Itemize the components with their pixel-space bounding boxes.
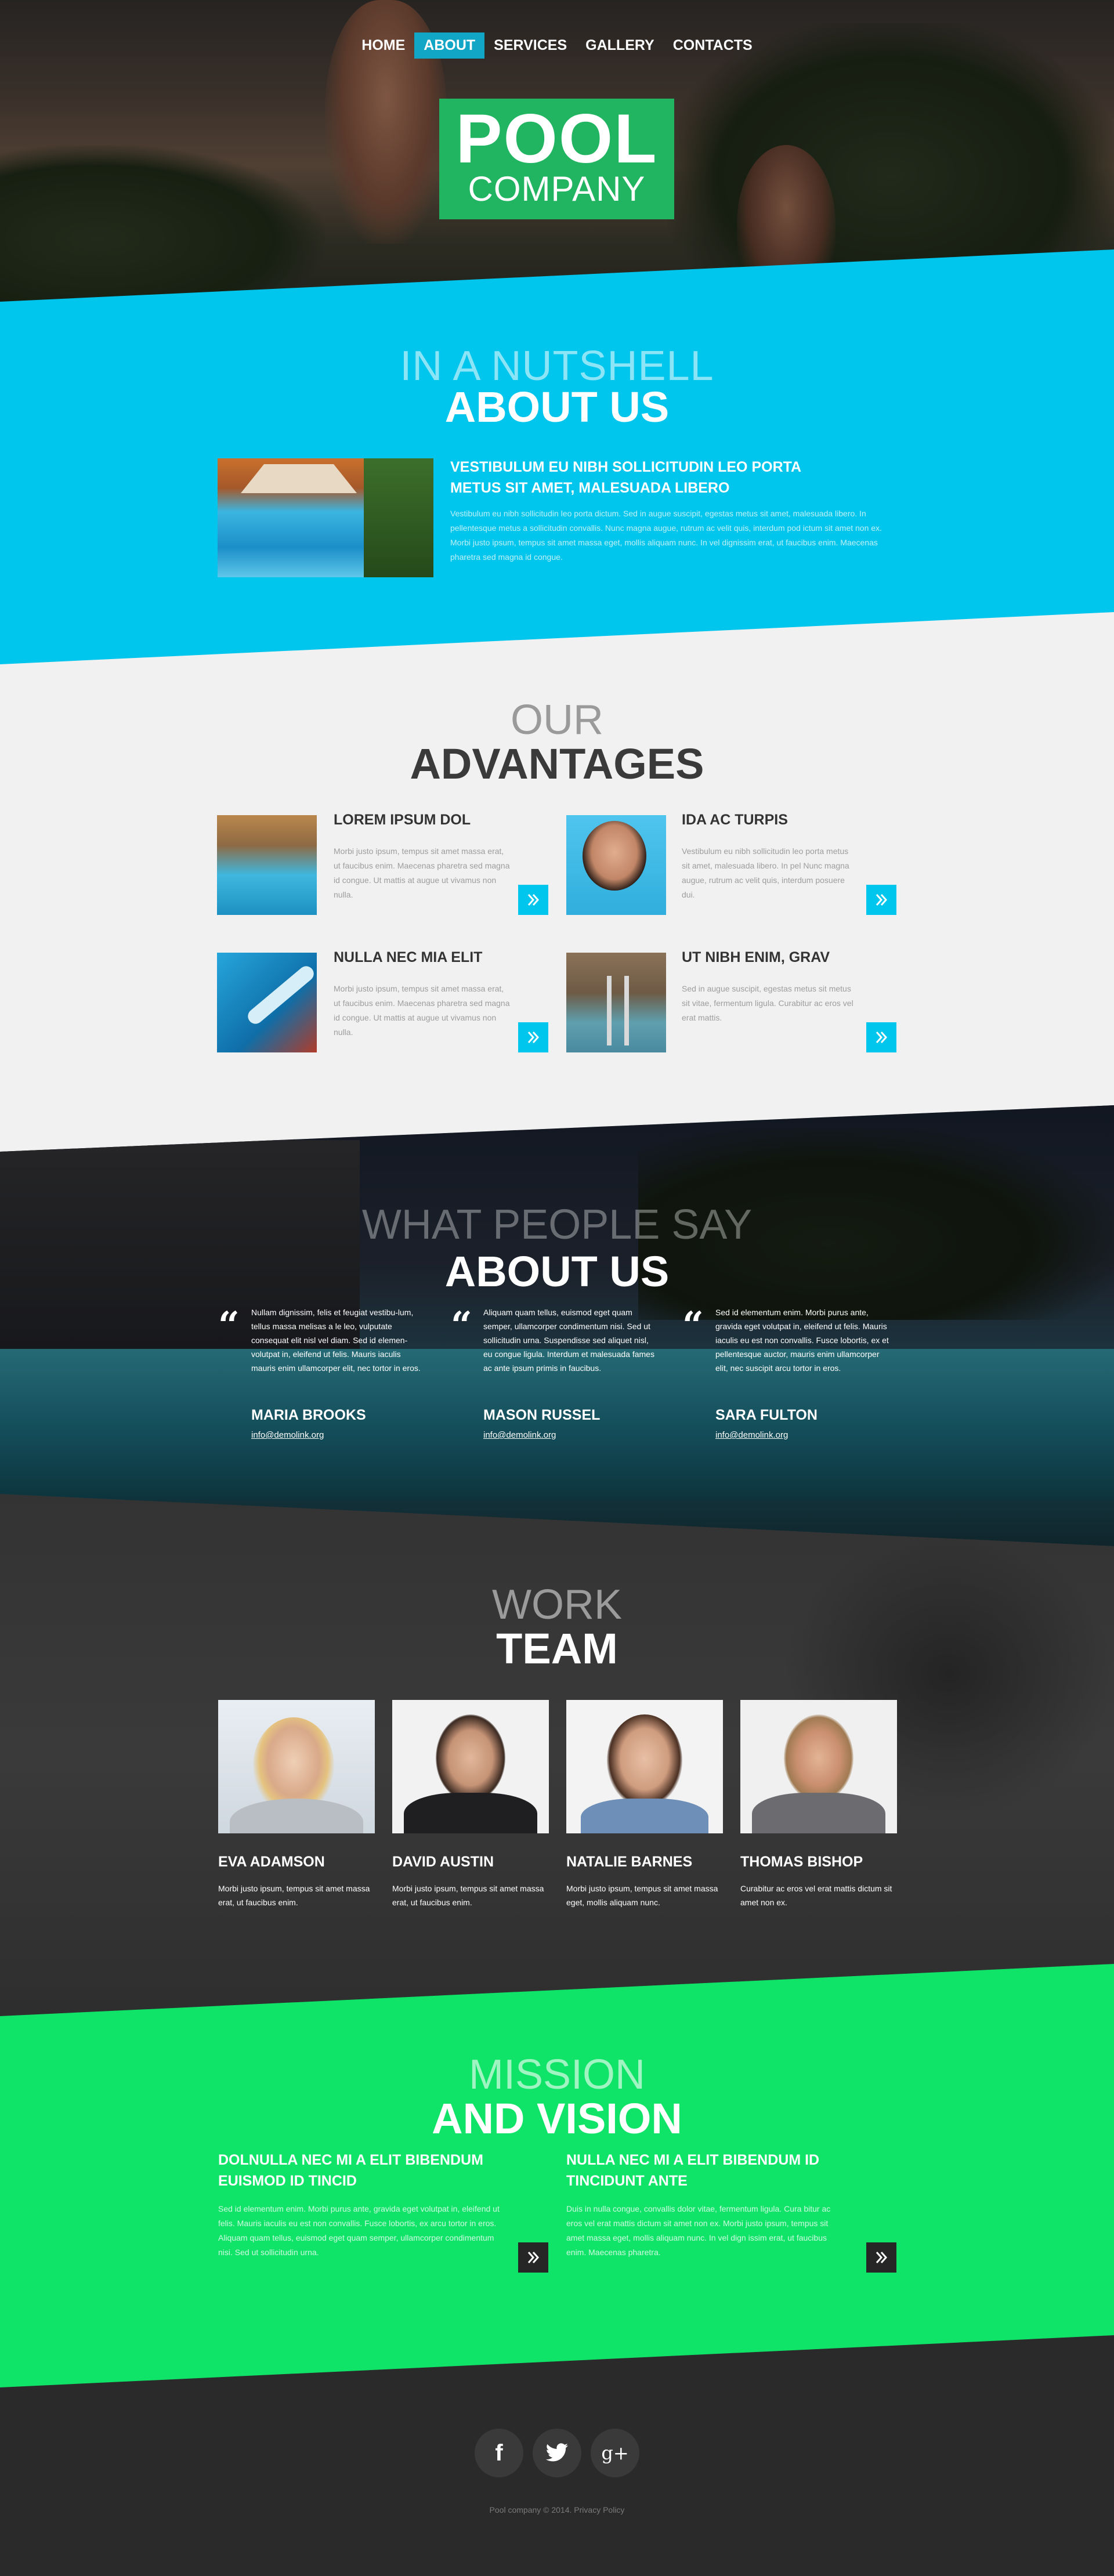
testimonial-text-1: Nullam dignissim, felis et feugiat vesti…: [251, 1308, 421, 1373]
nav-services[interactable]: SERVICES: [484, 32, 576, 59]
nav-contacts[interactable]: CONTACTS: [664, 32, 762, 59]
mission-more-button-2[interactable]: [866, 2242, 896, 2273]
mission-more-button-1[interactable]: [518, 2242, 548, 2273]
about-text: Vestibulum eu nibh sollicitudin leo port…: [450, 509, 882, 562]
advantage-image-2: [566, 815, 666, 915]
nav-gallery[interactable]: GALLERY: [576, 32, 664, 59]
about-image-resort: [218, 458, 433, 577]
advantage-text-1: Morbi justo ipsum, tempus sit amet massa…: [334, 846, 510, 899]
testimonial-email-3[interactable]: info@demolink.org: [715, 1430, 788, 1440]
testimonials-kicker: WHAT PEOPLE SAY: [361, 1202, 753, 1248]
advantage-title-3: NULLA NEC MIA ELIT: [334, 949, 483, 965]
double-chevron-icon: [527, 2252, 540, 2263]
advantage-title-4: UT NIBH ENIM, GRAV: [682, 949, 830, 965]
mission-text-1: Sed id elementum enim. Morbi purus ante,…: [218, 2204, 500, 2257]
copyright: Pool company © 2014. Privacy Policy: [0, 2505, 1114, 2515]
advantage-more-button-4[interactable]: [866, 1022, 896, 1052]
google-plus-icon: g+: [601, 2442, 629, 2464]
team-text-1: Morbi justo ipsum, tempus sit amet massa…: [218, 1884, 370, 1907]
social-googleplus-button[interactable]: g+: [591, 2429, 639, 2477]
testimonial-email-2[interactable]: info@demolink.org: [483, 1430, 556, 1440]
testimonial-name-3: SARA FULTON: [715, 1407, 818, 1423]
social-facebook-button[interactable]: f: [475, 2429, 523, 2477]
quote-icon: “: [218, 1304, 240, 1347]
double-chevron-icon: [876, 1032, 888, 1043]
advantage-text-3: Morbi justo ipsum, tempus sit amet massa…: [334, 984, 510, 1037]
about-kicker: IN A NUTSHELL: [400, 343, 714, 389]
testimonial-name-2: MASON RUSSEL: [483, 1407, 601, 1423]
social-twitter-button[interactable]: [533, 2429, 581, 2477]
nav-home[interactable]: HOME: [352, 32, 414, 59]
team-photo-1: [218, 1700, 375, 1833]
team-photo-3: [566, 1700, 723, 1833]
double-chevron-icon: [876, 894, 888, 906]
team-text-2: Morbi justo ipsum, tempus sit amet massa…: [392, 1884, 544, 1907]
team-name-3: NATALIE BARNES: [566, 1854, 693, 1870]
testimonial-name-1: MARIA BROOKS: [251, 1407, 366, 1423]
team-kicker: WORK: [492, 1582, 622, 1628]
mission-text-2: Duis in nulla congue, convallis dolor vi…: [566, 2204, 831, 2257]
advantage-image-4: [566, 953, 666, 1052]
team-text-3: Morbi justo ipsum, tempus sit amet massa…: [566, 1884, 718, 1907]
advantages-section: OUR ADVANTAGES LOREM IPSUM DOL Morbi jus…: [0, 612, 1114, 1157]
team-photo-4: [740, 1700, 897, 1833]
advantage-image-1: [217, 815, 317, 915]
copyright-text: Pool company © 2014.: [489, 2505, 572, 2515]
advantage-text-4: Sed in augue suscipit, egestas metus sit…: [682, 984, 853, 1022]
testimonial-text-3: Sed id elementum enim. Morbi purus ante,…: [715, 1308, 889, 1373]
quote-icon: “: [451, 1304, 472, 1347]
advantages-title: ADVANTAGES: [410, 740, 704, 788]
quote-icon: “: [682, 1304, 704, 1347]
footer: f g+ Pool company © 2014. Privacy Policy: [0, 2379, 1114, 2576]
about-section: IN A NUTSHELL ABOUT US VESTIBULUM EU NIB…: [0, 249, 1114, 667]
advantage-more-button-1[interactable]: [518, 885, 548, 915]
team-title: TEAM: [496, 1625, 618, 1673]
mission-section: MISSION AND VISION DOLNULLA NEC MI A ELI…: [0, 1964, 1114, 2387]
testimonial-text-2: Aliquam quam tellus, euismod eget quam s…: [483, 1308, 654, 1373]
about-title: ABOUT US: [444, 383, 670, 431]
double-chevron-icon: [527, 894, 540, 906]
team-text-4: Curabitur ac eros vel erat mattis dictum…: [740, 1884, 892, 1907]
team-name-4: THOMAS BISHOP: [740, 1854, 863, 1870]
team-section: WORK TEAM EVA ADAMSON Morbi justo ipsum,…: [0, 1494, 1114, 2016]
advantage-text-2: Vestibulum eu nibh sollicitudin leo port…: [682, 846, 849, 899]
mission-heading-1: DOLNULLA NEC MI A ELIT BIBENDUM EUISMOD …: [218, 2152, 483, 2189]
nav-about[interactable]: ABOUT: [414, 32, 485, 59]
mission-kicker: MISSION: [468, 2052, 646, 2098]
team-name-2: DAVID AUSTIN: [392, 1854, 494, 1870]
main-nav: HOME ABOUT SERVICES GALLERY CONTACTS: [0, 32, 1114, 59]
advantage-more-button-3[interactable]: [518, 1022, 548, 1052]
advantage-title-2: IDA AC TURPIS: [682, 812, 788, 828]
testimonial-email-1[interactable]: info@demolink.org: [251, 1430, 324, 1440]
mission-title: AND VISION: [432, 2094, 682, 2143]
advantage-more-button-2[interactable]: [866, 885, 896, 915]
advantage-image-3: [217, 953, 317, 1052]
logo-line1: POOL: [455, 100, 658, 178]
hero: HOME ABOUT SERVICES GALLERY CONTACTS POO…: [0, 0, 1114, 302]
mission-heading-2: NULLA NEC MI A ELIT BIBENDUM ID TINCIDUN…: [566, 2152, 820, 2189]
logo-line2: COMPANY: [468, 169, 646, 208]
testimonials-title: ABOUT US: [444, 1247, 670, 1296]
logo[interactable]: POOL COMPANY: [439, 99, 674, 219]
facebook-icon: f: [495, 2440, 503, 2466]
team-name-1: EVA ADAMSON: [218, 1854, 325, 1870]
twitter-icon: [545, 2443, 568, 2462]
privacy-policy-link[interactable]: Privacy Policy: [574, 2505, 624, 2515]
double-chevron-icon: [527, 1032, 540, 1043]
advantage-title-1: LOREM IPSUM DOL: [334, 812, 471, 828]
testimonials-section: WHAT PEOPLE SAY ABOUT US “ Nullam dignis…: [0, 1105, 1114, 1546]
team-photo-2: [392, 1700, 549, 1833]
about-heading: VESTIBULUM EU NIBH SOLLICITUDIN LEO PORT…: [450, 459, 801, 496]
double-chevron-icon: [876, 2252, 888, 2263]
advantages-kicker: OUR: [511, 697, 603, 743]
